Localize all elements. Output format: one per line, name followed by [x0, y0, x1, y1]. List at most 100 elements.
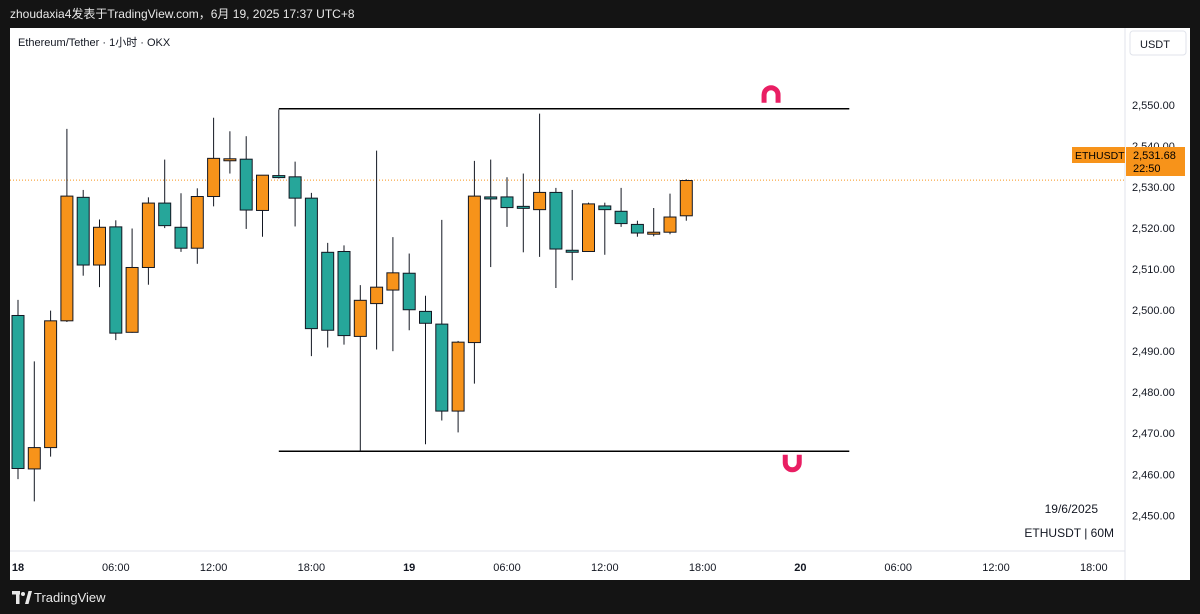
- candle-body: [647, 231, 661, 235]
- y-tick-label: 2,500.00: [1132, 305, 1175, 317]
- candle[interactable]: [582, 202, 595, 252]
- candle-body: [60, 195, 74, 322]
- candle-body: [76, 196, 90, 266]
- candle[interactable]: [549, 187, 563, 288]
- candle[interactable]: [76, 189, 90, 276]
- candle[interactable]: [565, 189, 579, 281]
- candle-body: [27, 447, 41, 470]
- countdown-text: 22:50: [1133, 163, 1161, 175]
- candle[interactable]: [223, 131, 237, 174]
- x-tick-label: 18:00: [1080, 562, 1108, 574]
- candle-body: [386, 272, 400, 291]
- candle-body: [614, 210, 628, 225]
- candle[interactable]: [11, 299, 25, 480]
- candle[interactable]: [60, 128, 74, 323]
- candle-body: [353, 299, 367, 337]
- candle[interactable]: [321, 242, 335, 348]
- candle[interactable]: [630, 220, 644, 237]
- candle-body: [337, 250, 351, 337]
- candle-body: [679, 180, 693, 217]
- y-tick-label: 2,530.00: [1132, 182, 1175, 194]
- candle-body: [500, 196, 514, 209]
- candle[interactable]: [44, 310, 58, 457]
- chart-frame[interactable]: USDT Ethereum/Tether · 1小时 · OKX 19/6/20…: [10, 28, 1190, 580]
- y-tick-label: 2,550.00: [1132, 100, 1175, 112]
- candle-body: [435, 323, 449, 412]
- candle[interactable]: [158, 159, 172, 229]
- candlestick-chart[interactable]: USDT Ethereum/Tether · 1小时 · OKX 19/6/20…: [10, 28, 1190, 580]
- candle-body: [565, 249, 579, 253]
- candle[interactable]: [402, 253, 416, 331]
- candle-body: [288, 176, 302, 199]
- candle[interactable]: [647, 208, 661, 237]
- candle-body: [304, 197, 318, 330]
- candle[interactable]: [484, 159, 498, 268]
- arrow-down-marker-icon[interactable]: [782, 454, 802, 473]
- candle-body: [663, 216, 677, 233]
- candle-body: [223, 158, 237, 162]
- candle[interactable]: [353, 285, 367, 452]
- candle[interactable]: [288, 161, 302, 227]
- tradingview-logo-icon: [12, 591, 32, 604]
- candle-body: [256, 174, 269, 211]
- candle[interactable]: [516, 173, 530, 253]
- candle[interactable]: [467, 160, 481, 384]
- candle-body: [630, 223, 644, 234]
- candle[interactable]: [435, 219, 449, 421]
- candle[interactable]: [174, 193, 188, 252]
- x-tick-label: 18:00: [689, 562, 717, 574]
- candle[interactable]: [614, 187, 628, 227]
- y-tick-label: 2,510.00: [1132, 264, 1175, 276]
- candle-body: [533, 191, 547, 211]
- candle[interactable]: [27, 361, 41, 502]
- last-price-text: 2,531.68: [1133, 150, 1176, 162]
- footer-brand: TradingView: [34, 590, 106, 605]
- x-tick-label: 06:00: [884, 562, 912, 574]
- x-tick-label: 18:00: [298, 562, 326, 574]
- candle-body: [109, 226, 123, 334]
- watermark-date: 19/6/2025: [1045, 502, 1099, 516]
- candle[interactable]: [679, 179, 693, 221]
- x-tick-label: 06:00: [493, 562, 521, 574]
- candle[interactable]: [141, 197, 155, 285]
- candle[interactable]: [386, 237, 400, 352]
- candle[interactable]: [663, 193, 677, 235]
- candle[interactable]: [451, 340, 465, 433]
- x-tick-label: 06:00: [102, 562, 130, 574]
- candle-body: [174, 226, 188, 249]
- candle[interactable]: [190, 188, 204, 264]
- candle-body: [419, 310, 432, 324]
- y-tick-label: 2,470.00: [1132, 428, 1175, 440]
- y-tick-label: 2,480.00: [1132, 387, 1175, 399]
- candle-body: [484, 196, 498, 200]
- candle[interactable]: [598, 202, 612, 255]
- candle[interactable]: [500, 177, 514, 227]
- candle-body: [272, 175, 286, 179]
- watermark-symbol: ETHUSDT | 60M: [1024, 526, 1114, 540]
- candle-body: [125, 266, 139, 333]
- candle[interactable]: [272, 109, 286, 179]
- candle[interactable]: [93, 219, 106, 288]
- candle[interactable]: [419, 295, 432, 445]
- y-tick-label: 2,520.00: [1132, 223, 1175, 235]
- candle[interactable]: [109, 220, 123, 341]
- candle-body: [93, 226, 106, 266]
- candle[interactable]: [533, 113, 547, 257]
- candle-body: [402, 272, 416, 311]
- candle[interactable]: [256, 174, 269, 237]
- candle[interactable]: [370, 150, 384, 350]
- currency-label: USDT: [1140, 39, 1170, 51]
- candle[interactable]: [207, 117, 221, 207]
- candle[interactable]: [304, 192, 318, 357]
- candle[interactable]: [239, 136, 253, 229]
- candle[interactable]: [337, 245, 351, 345]
- arrow-up-marker-icon[interactable]: [761, 85, 781, 103]
- candle-body: [44, 320, 58, 449]
- symbol-price-tag-text: ETHUSDT: [1075, 150, 1125, 162]
- candle-body: [370, 286, 384, 305]
- publish-line: zhoudaxia4发表于TradingView.com，6月 19, 2025…: [10, 7, 355, 21]
- candle[interactable]: [125, 228, 139, 333]
- x-tick-label: 12:00: [982, 562, 1010, 574]
- candle-body: [190, 196, 204, 249]
- x-tick-label: 12:00: [591, 562, 619, 574]
